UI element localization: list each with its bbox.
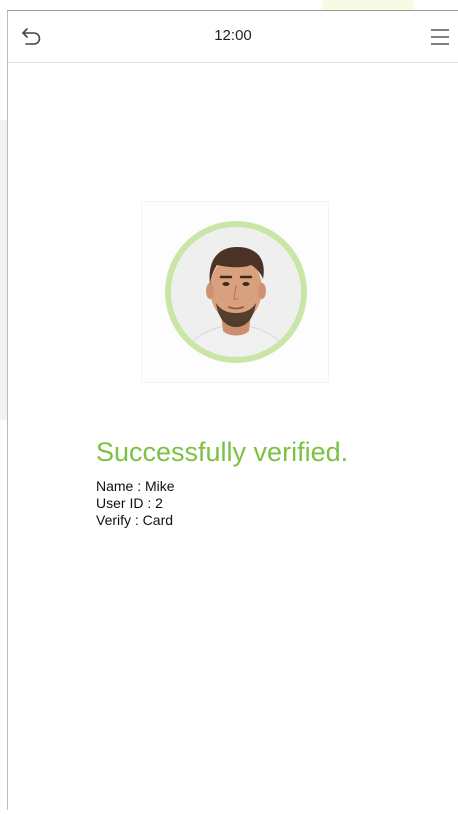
user-face-photo — [171, 227, 301, 357]
clock-time: 12:00 — [214, 27, 252, 44]
user-details: Name : Mike User ID : 2 Verify : Card — [96, 478, 175, 529]
user-id: User ID : 2 — [96, 495, 163, 511]
screen-left-border — [7, 10, 8, 810]
verification-screen: 12:00 Successfully verified. Name: Mike… — [0, 0, 458, 814]
verify-method: Verify : Card — [96, 512, 174, 528]
hamburger-menu-icon[interactable] — [428, 25, 452, 49]
status-bar: 12:00 — [8, 11, 458, 63]
verification-status-message: Successfully verified. — [96, 437, 349, 467]
background-shade — [0, 120, 7, 420]
user-name: Name : Mike — [96, 478, 175, 494]
avatar-ring — [165, 221, 307, 363]
